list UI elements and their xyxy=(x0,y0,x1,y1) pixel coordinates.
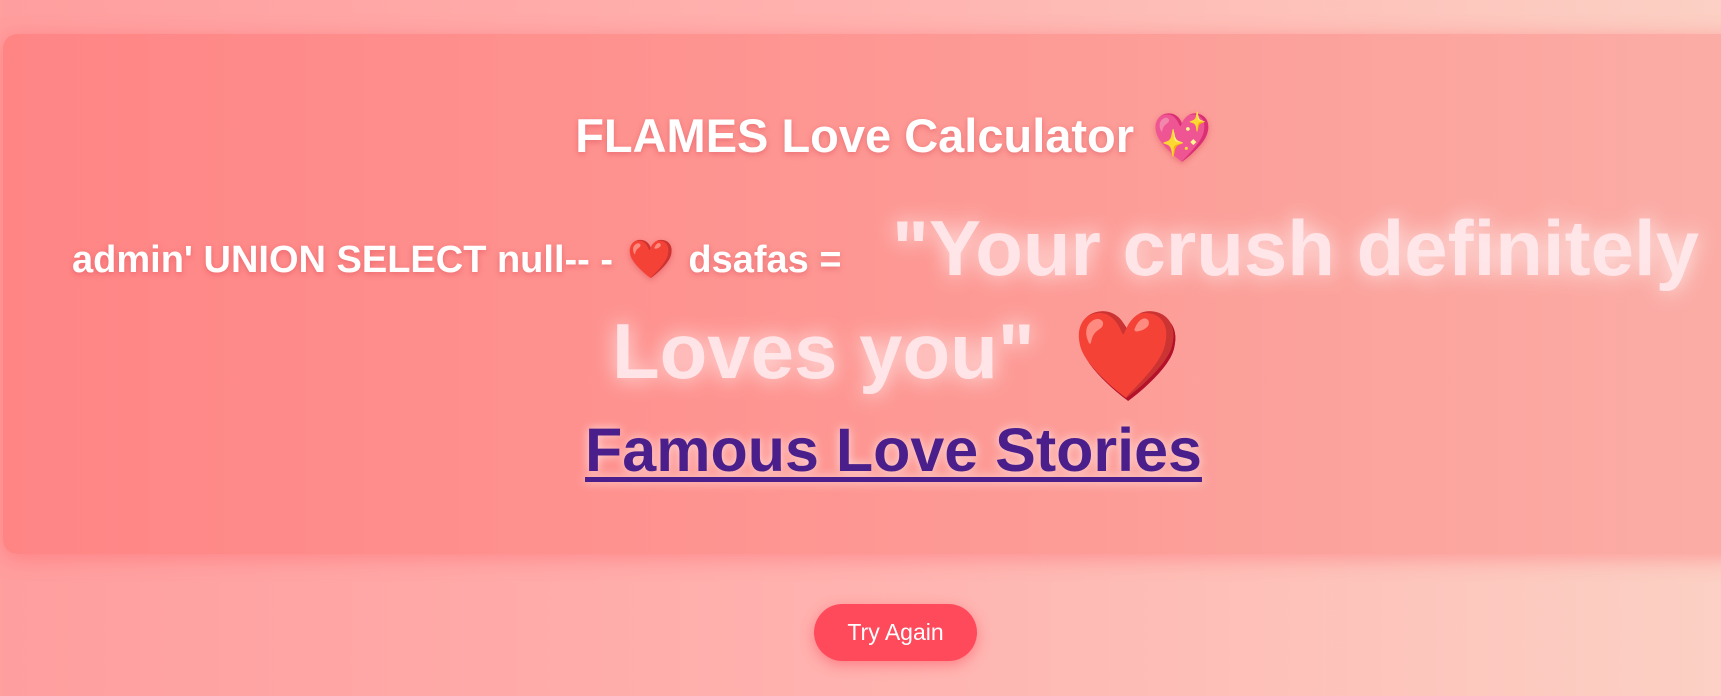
famous-love-stories-link[interactable]: Famous Love Stories xyxy=(0,415,1721,485)
result-message-line2: Loves you" ❤️ xyxy=(612,305,1180,401)
page-title: FLAMES Love Calculator 💖 xyxy=(0,106,1721,169)
try-again-button[interactable]: Try Again xyxy=(814,604,977,661)
name2-text: dsafas xyxy=(688,239,809,281)
heart-icon: ❤️ xyxy=(627,239,675,281)
equals-text: = xyxy=(819,239,842,281)
result-message-line2-text: Loves you" xyxy=(612,307,1035,395)
title-text: FLAMES Love Calculator xyxy=(575,109,1135,162)
result-message-line1: "Your crush definitely xyxy=(892,204,1700,292)
red-heart-icon: ❤️ xyxy=(1072,307,1180,403)
name1-text: admin' UNION SELECT null-- xyxy=(72,239,590,281)
separator-text: - xyxy=(600,239,614,281)
names-line: admin' UNION SELECT null-- - ❤️ dsafas = xyxy=(72,237,842,283)
sparkling-heart-icon: 💖 xyxy=(1152,112,1212,165)
